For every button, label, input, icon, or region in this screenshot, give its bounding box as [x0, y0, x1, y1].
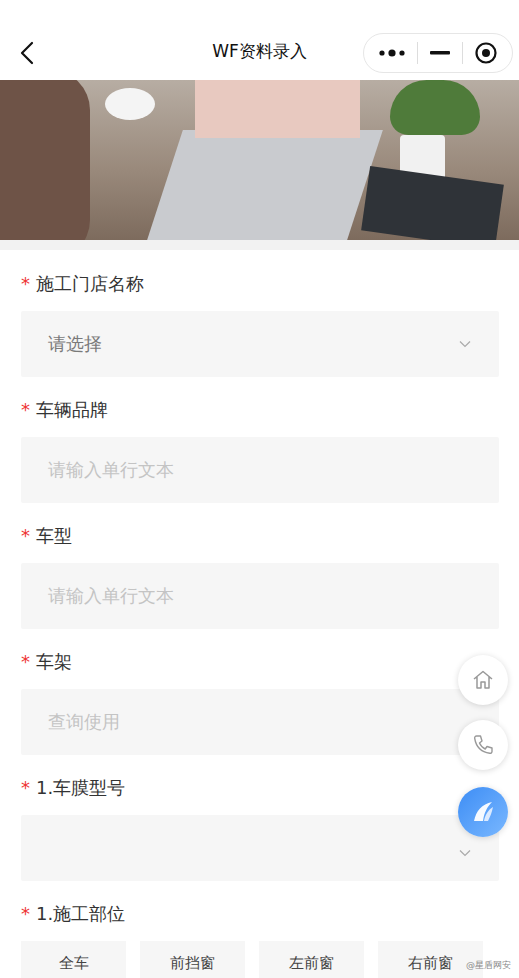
required-mark: * — [21, 399, 30, 420]
placeholder: 请选择 — [48, 332, 102, 356]
field-input[interactable]: 请选择 — [21, 311, 499, 377]
part-field: *1.施工部位全车前挡窗左前窗右前窗 — [21, 900, 499, 978]
field-input[interactable] — [21, 815, 499, 881]
part-option[interactable]: 左前窗 — [259, 941, 364, 978]
form-field: *施工门店名称请选择 — [21, 270, 499, 377]
field-label: *施工门店名称 — [21, 270, 499, 298]
field-input[interactable]: 查询使用 — [21, 689, 499, 755]
part-option[interactable]: 全车 — [21, 941, 126, 978]
brand-button[interactable] — [458, 787, 508, 837]
field-input[interactable]: 请输入单行文本 — [21, 437, 499, 503]
required-mark: * — [21, 777, 30, 798]
watermark: @星盾网安 — [466, 959, 511, 972]
required-mark: * — [21, 651, 30, 672]
field-label: *车辆品牌 — [21, 396, 499, 424]
phone-button[interactable] — [458, 720, 508, 770]
back-icon[interactable] — [20, 41, 34, 65]
phone-icon — [471, 733, 495, 757]
page: WF资料录入*施工门店名称请选择*车辆品牌请输入单行文本*车型请输入单行文本*车… — [0, 0, 519, 978]
form-field: *车架查询使用 — [21, 648, 499, 755]
form-field: *1.车膜型号 — [21, 774, 499, 881]
field-label: *车架 — [21, 648, 499, 676]
part-options: 全车前挡窗左前窗右前窗 — [21, 941, 499, 978]
more-icon[interactable] — [378, 48, 406, 58]
part-option[interactable]: 前挡窗 — [140, 941, 245, 978]
home-icon — [471, 668, 495, 692]
home-button[interactable] — [458, 655, 508, 705]
banner-image — [0, 80, 519, 240]
field-label: *1.车膜型号 — [21, 774, 499, 802]
capsule-menu — [363, 33, 513, 73]
minimize-icon[interactable] — [430, 51, 450, 55]
field-label: *车型 — [21, 522, 499, 550]
form-field: *车型请输入单行文本 — [21, 522, 499, 629]
nav-bar: WF资料录入 — [0, 0, 519, 80]
close-icon[interactable] — [474, 41, 498, 65]
field-label: *1.施工部位 — [21, 900, 499, 928]
chevron-down-icon — [459, 340, 471, 348]
bird-logo-icon — [468, 797, 498, 827]
form-field: *车辆品牌请输入单行文本 — [21, 396, 499, 503]
required-mark: * — [21, 903, 30, 924]
chevron-down-icon — [459, 849, 471, 857]
required-mark: * — [21, 525, 30, 546]
required-mark: * — [21, 273, 30, 294]
part-option[interactable]: 右前窗 — [378, 941, 483, 978]
field-input[interactable]: 请输入单行文本 — [21, 563, 499, 629]
placeholder: 请输入单行文本 — [48, 458, 174, 482]
form: *施工门店名称请选择*车辆品牌请输入单行文本*车型请输入单行文本*车架查询使用*… — [0, 250, 519, 978]
placeholder: 请输入单行文本 — [48, 584, 174, 608]
placeholder: 查询使用 — [48, 710, 120, 734]
